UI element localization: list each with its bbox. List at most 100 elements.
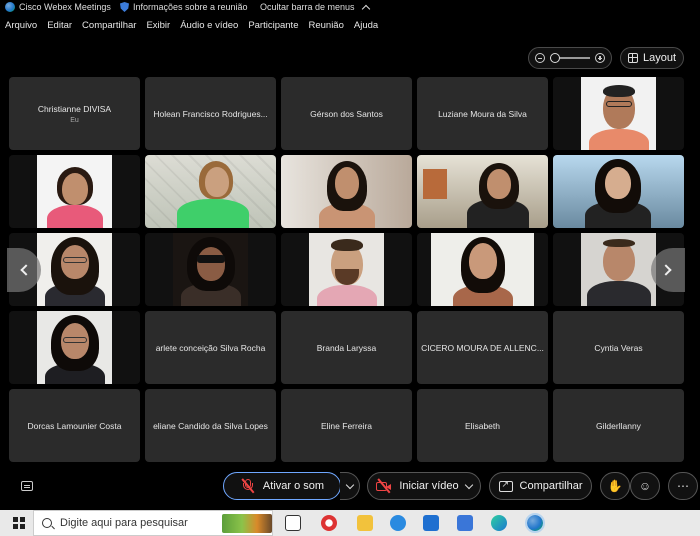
chevron-down-icon[interactable]	[464, 480, 473, 489]
participant-video	[145, 155, 276, 228]
participant-video	[37, 311, 112, 384]
menu-exibir[interactable]: Exibir	[146, 20, 170, 36]
participant-name: Cyntia Veras	[594, 342, 643, 353]
participant-tile[interactable]: Elisabeth	[417, 389, 548, 462]
chevron-right-icon	[660, 264, 672, 276]
raise-hand-button[interactable]: ✋	[600, 472, 630, 500]
participant-name: CICERO MOURA DE ALLENC...	[421, 342, 544, 353]
menu-ajuda[interactable]: Ajuda	[354, 20, 378, 36]
participant-video-tile[interactable]	[9, 311, 140, 384]
chevron-down-icon	[345, 480, 354, 489]
participant-video	[37, 155, 112, 228]
participant-video	[309, 233, 384, 306]
participant-video	[431, 233, 534, 306]
edge-icon[interactable]	[491, 515, 507, 531]
audio-options-dropdown[interactable]	[340, 472, 360, 500]
webex-logo-icon	[5, 2, 15, 12]
participant-video	[581, 233, 656, 306]
participant-tile[interactable]: eliane Candido da Silva Lopes	[145, 389, 276, 462]
task-view-icon[interactable]	[285, 515, 301, 531]
participant-name: Holean Francisco Rodrigues...	[153, 108, 268, 119]
participant-video-tile[interactable]	[145, 155, 276, 228]
title-bar: Cisco Webex Meetings Informações sobre a…	[0, 0, 700, 16]
layout-label: Layout	[642, 52, 677, 64]
participant-name: Branda Laryssa	[316, 342, 377, 353]
participant-video-tile[interactable]	[553, 77, 684, 150]
menu-compartilhar[interactable]: Compartilhar	[82, 20, 136, 36]
camera-off-icon	[376, 478, 392, 494]
participant-tile[interactable]: Christianne DIVISA Eu	[9, 77, 140, 150]
zoom-out-icon[interactable]	[535, 53, 545, 63]
participant-tile[interactable]: Eline Ferreira	[281, 389, 412, 462]
menu-bar: Arquivo Editar Compartilhar Exibir Áudio…	[0, 20, 378, 36]
participant-video	[173, 233, 248, 306]
reactions-button[interactable]: ☺	[630, 472, 660, 500]
meeting-info-label: Informações sobre a reunião	[133, 2, 248, 12]
menu-editar[interactable]: Editar	[47, 20, 72, 36]
participant-video-tile[interactable]	[417, 155, 548, 228]
menu-reuniao[interactable]: Reunião	[308, 20, 343, 36]
participant-video	[417, 155, 548, 228]
hide-menu-bar-button[interactable]: Ocultar barra de menus	[260, 2, 370, 13]
search-placeholder: Digite aqui para pesquisar	[60, 517, 188, 529]
share-button[interactable]: Compartilhar	[489, 472, 592, 500]
opera-icon[interactable]	[321, 515, 337, 531]
participant-video-tile[interactable]	[553, 155, 684, 228]
more-options-button[interactable]: ⋯	[668, 472, 698, 500]
participant-self-label: Eu	[70, 116, 79, 124]
participant-tile[interactable]: Gérson dos Santos	[281, 77, 412, 150]
chevron-up-icon	[361, 4, 370, 13]
participant-tile[interactable]: arlete conceição Silva Rocha	[145, 311, 276, 384]
participant-name: Elisabeth	[465, 420, 500, 431]
participant-video-tile[interactable]	[281, 155, 412, 228]
windows-start-icon[interactable]	[13, 517, 25, 529]
participant-tile[interactable]: Dorcas Lamounier Costa	[9, 389, 140, 462]
participant-video-tile[interactable]	[9, 155, 140, 228]
participant-video	[281, 155, 412, 228]
unmute-label: Ativar o som	[262, 480, 325, 492]
participant-video-tile[interactable]	[145, 233, 276, 306]
participant-name: Eline Ferreira	[320, 420, 373, 431]
app-name: Cisco Webex Meetings	[19, 2, 111, 12]
participant-video-tile[interactable]	[281, 233, 412, 306]
participant-name: arlete conceição Silva Rocha	[155, 342, 266, 353]
zoom-track[interactable]	[550, 53, 590, 63]
participant-name: eliane Candido da Silva Lopes	[153, 420, 268, 431]
file-explorer-icon[interactable]	[357, 515, 373, 531]
hand-icon: ✋	[607, 479, 623, 493]
windows-taskbar: Digite aqui para pesquisar	[0, 510, 700, 536]
microphone-muted-icon	[240, 478, 256, 494]
meeting-info-button[interactable]: Informações sobre a reunião	[120, 2, 248, 12]
app-title: Cisco Webex Meetings	[5, 2, 111, 12]
participant-video-tile[interactable]	[417, 233, 548, 306]
participant-tile[interactable]: Gilderllanny	[553, 389, 684, 462]
mail-icon[interactable]	[423, 515, 439, 531]
grid-layout-icon	[627, 53, 638, 63]
menu-audio-video[interactable]: Áudio e vídeo	[180, 20, 238, 36]
participant-tile[interactable]: Holean Francisco Rodrigues...	[145, 77, 276, 150]
layout-button[interactable]: Layout	[620, 47, 684, 69]
webex-taskbar-icon[interactable]	[525, 513, 545, 533]
shield-icon	[120, 2, 129, 12]
taskbar-search-box[interactable]: Digite aqui para pesquisar	[33, 510, 273, 536]
unmute-button[interactable]: Ativar o som	[223, 472, 341, 500]
zoom-knob[interactable]	[550, 53, 560, 63]
menu-arquivo[interactable]: Arquivo	[5, 20, 37, 36]
menu-participante[interactable]: Participante	[248, 20, 298, 36]
zoom-slider[interactable]	[528, 47, 612, 69]
search-icon	[42, 518, 52, 528]
share-label: Compartilhar	[519, 480, 583, 492]
participant-tile[interactable]: CICERO MOURA DE ALLENC...	[417, 311, 548, 384]
participant-name: Gérson dos Santos	[310, 108, 383, 119]
start-video-label: Iniciar vídeo	[399, 480, 459, 492]
captions-icon[interactable]	[21, 481, 33, 491]
participant-tile[interactable]: Branda Laryssa	[281, 311, 412, 384]
participant-tile[interactable]: Luziane Moura da Silva	[417, 77, 548, 150]
start-video-button[interactable]: Iniciar vídeo	[367, 472, 481, 500]
zoom-in-icon[interactable]	[595, 53, 605, 63]
participant-video	[581, 77, 656, 150]
participant-tile[interactable]: Cyntia Veras	[553, 311, 684, 384]
more-dots-icon: ⋯	[677, 479, 689, 493]
store-icon[interactable]	[457, 515, 473, 531]
safari-icon[interactable]	[390, 515, 406, 531]
